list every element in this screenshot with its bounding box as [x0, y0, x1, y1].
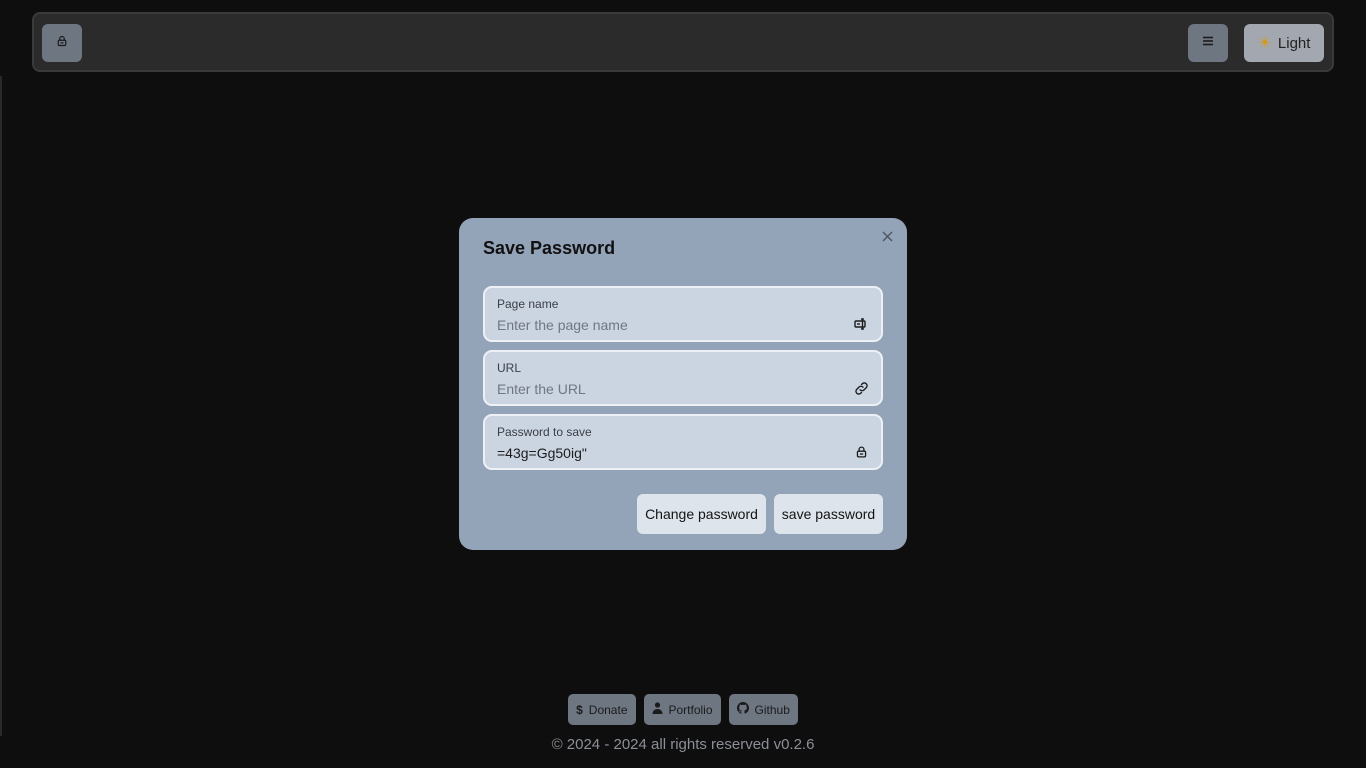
lock-button[interactable]: [42, 24, 82, 62]
change-password-button[interactable]: Change password: [637, 494, 766, 534]
password-field: Password to save: [483, 414, 883, 470]
github-icon: [736, 702, 749, 717]
page-edge-divider: [0, 76, 2, 736]
github-button[interactable]: Github: [728, 694, 798, 725]
github-label: Github: [754, 702, 790, 717]
theme-label: Light: [1277, 34, 1311, 52]
password-label: Password to save: [497, 425, 592, 439]
portfolio-button[interactable]: Portfolio: [643, 694, 721, 725]
person-icon: [652, 702, 663, 717]
page-label-icon: [853, 316, 869, 332]
url-input[interactable]: [497, 378, 837, 400]
theme-toggle-button[interactable]: ☀ Light: [1244, 24, 1324, 62]
page-name-label: Page name: [497, 297, 559, 311]
save-password-button[interactable]: save password: [774, 494, 883, 534]
close-button[interactable]: [877, 228, 897, 248]
footer-links: $ Donate Portfolio Github: [0, 694, 1366, 725]
copyright-text: © 2024 - 2024 all rights reserved v0.2.6: [551, 736, 815, 753]
top-navbar: ☀ Light: [32, 12, 1334, 72]
donate-label: Donate: [588, 702, 628, 717]
page-name-input[interactable]: [497, 314, 837, 336]
portfolio-label: Portfolio: [668, 702, 713, 717]
menu-button[interactable]: [1188, 24, 1228, 62]
page-name-field: Page name: [483, 286, 883, 342]
modal-title: Save Password: [483, 238, 616, 258]
lock-icon: [56, 34, 68, 52]
password-input[interactable]: [497, 442, 837, 464]
save-password-modal: Save Password Page name URL: [459, 218, 907, 550]
dollar-icon: $: [576, 702, 583, 717]
url-field: URL: [483, 350, 883, 406]
link-icon: [853, 380, 869, 396]
close-icon: [882, 229, 893, 247]
sun-icon: ☀: [1257, 35, 1272, 52]
hamburger-menu-icon: [1202, 34, 1214, 52]
donate-button[interactable]: $ Donate: [568, 694, 636, 725]
url-label: URL: [497, 361, 522, 375]
lock-icon: [853, 444, 869, 460]
